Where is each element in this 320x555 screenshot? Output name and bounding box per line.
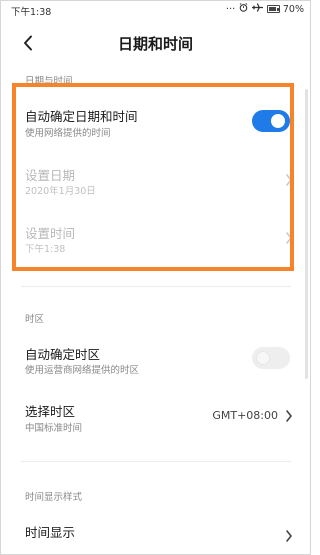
divider xyxy=(21,461,291,462)
screen: 下午1:38 ··· 70% 日期和时间 日期与时间 自动确定日期和时间 使用网… xyxy=(0,0,311,555)
chevron-right-icon xyxy=(286,174,293,186)
airplane-icon xyxy=(252,3,264,15)
chevron-right-icon xyxy=(286,410,293,422)
auto-timezone-row[interactable]: 自动确定时区 使用运营商网络提供的时区 xyxy=(1,336,310,380)
more-dots: ··· xyxy=(225,3,236,15)
timezone-value: GMT+08:00 xyxy=(212,409,278,422)
auto-date-time-row[interactable]: 自动确定日期和时间 使用网络提供的时间 xyxy=(1,97,310,147)
time-display-row[interactable]: 时间显示 xyxy=(1,513,310,553)
divider xyxy=(21,286,291,287)
toggle-knob xyxy=(271,114,285,128)
auto-date-time-title: 自动确定日期和时间 xyxy=(25,109,138,124)
status-icons: ··· 70% xyxy=(226,3,304,15)
chevron-right-icon xyxy=(286,232,293,244)
select-timezone-title: 选择时区 xyxy=(25,404,76,419)
set-date-subtitle: 2020年1月30日 xyxy=(25,186,96,197)
set-time-subtitle: 下午1:38 xyxy=(25,244,66,255)
page-title: 日期和时间 xyxy=(117,35,193,53)
battery-icon xyxy=(267,5,281,13)
status-time: 下午1:38 xyxy=(11,7,52,18)
status-bar: 下午1:38 ··· 70% xyxy=(1,1,310,19)
alarm-icon xyxy=(239,3,248,15)
set-time-row[interactable]: 设置时间 下午1:38 xyxy=(1,215,310,261)
time-display-title: 时间显示 xyxy=(25,525,76,540)
section-header-date-time: 日期与时间 xyxy=(25,76,73,87)
select-timezone-row[interactable]: 选择时区 中国标准时间 GMT+08:00 xyxy=(1,393,310,439)
auto-timezone-subtitle: 使用运营商网络提供的时区 xyxy=(25,365,140,376)
auto-timezone-toggle[interactable] xyxy=(252,347,290,369)
auto-date-time-toggle[interactable] xyxy=(252,110,290,132)
set-time-title: 设置时间 xyxy=(25,226,76,241)
set-date-title: 设置日期 xyxy=(25,168,76,183)
chevron-right-icon xyxy=(286,530,293,542)
auto-timezone-title: 自动确定时区 xyxy=(25,347,101,362)
auto-date-time-subtitle: 使用网络提供的时间 xyxy=(25,128,111,139)
section-header-display: 时间显示样式 xyxy=(25,492,83,503)
set-date-row[interactable]: 设置日期 2020年1月30日 xyxy=(1,157,310,203)
section-header-timezone: 时区 xyxy=(25,314,45,325)
toggle-knob xyxy=(256,351,270,365)
scrollbar[interactable] xyxy=(305,89,308,379)
battery-percent: 70% xyxy=(282,3,304,15)
select-timezone-subtitle: 中国标准时间 xyxy=(25,423,83,434)
